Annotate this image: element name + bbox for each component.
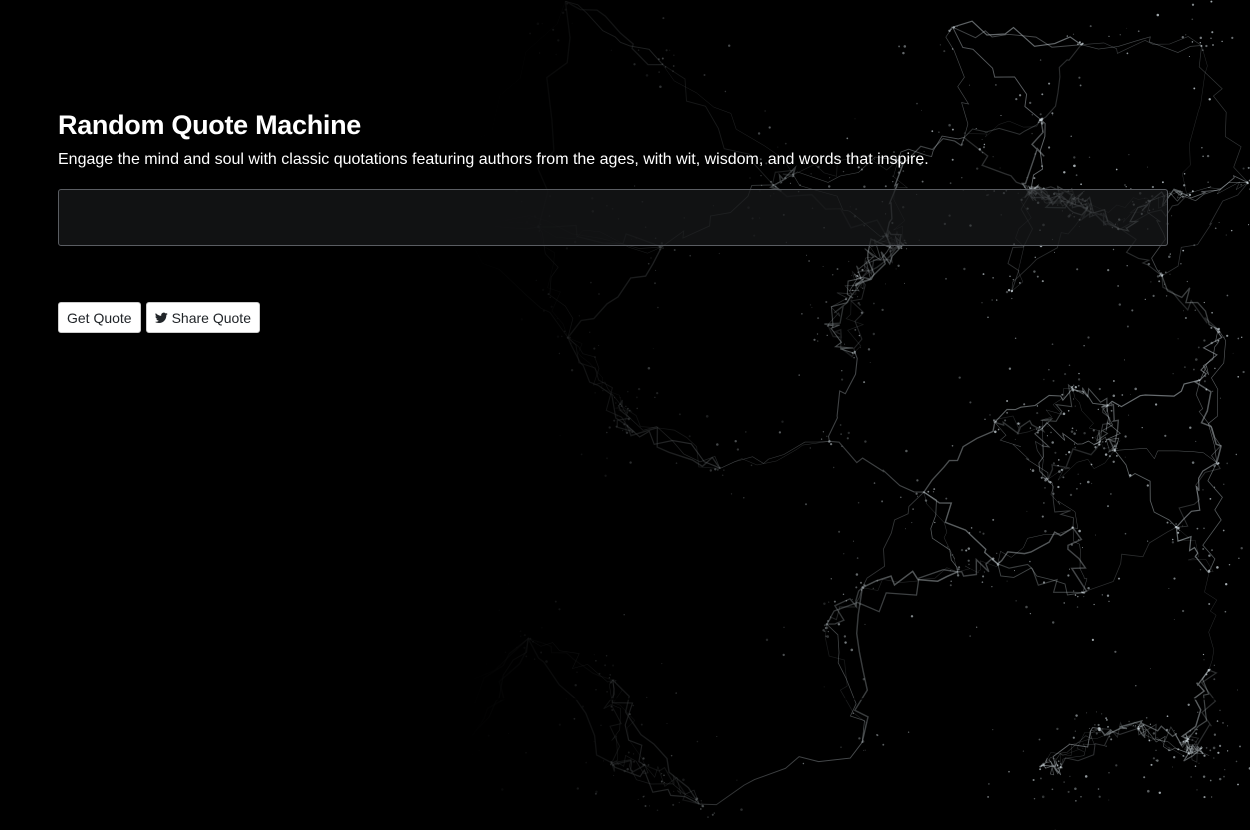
get-quote-label: Get Quote <box>67 309 132 326</box>
quote-display <box>58 189 1168 246</box>
share-quote-label: Share Quote <box>171 309 251 326</box>
background-seam <box>480 698 1250 700</box>
get-quote-button[interactable]: Get Quote <box>58 302 141 333</box>
page-subtitle: Engage the mind and soul with classic qu… <box>58 151 929 168</box>
main-container: Random Quote Machine Engage the mind and… <box>58 108 1168 333</box>
twitter-bird-icon <box>154 312 168 324</box>
page-title: Random Quote Machine <box>58 110 362 140</box>
action-buttons: Get Quote Share Quote <box>58 302 1168 333</box>
share-quote-button[interactable]: Share Quote <box>145 302 260 333</box>
